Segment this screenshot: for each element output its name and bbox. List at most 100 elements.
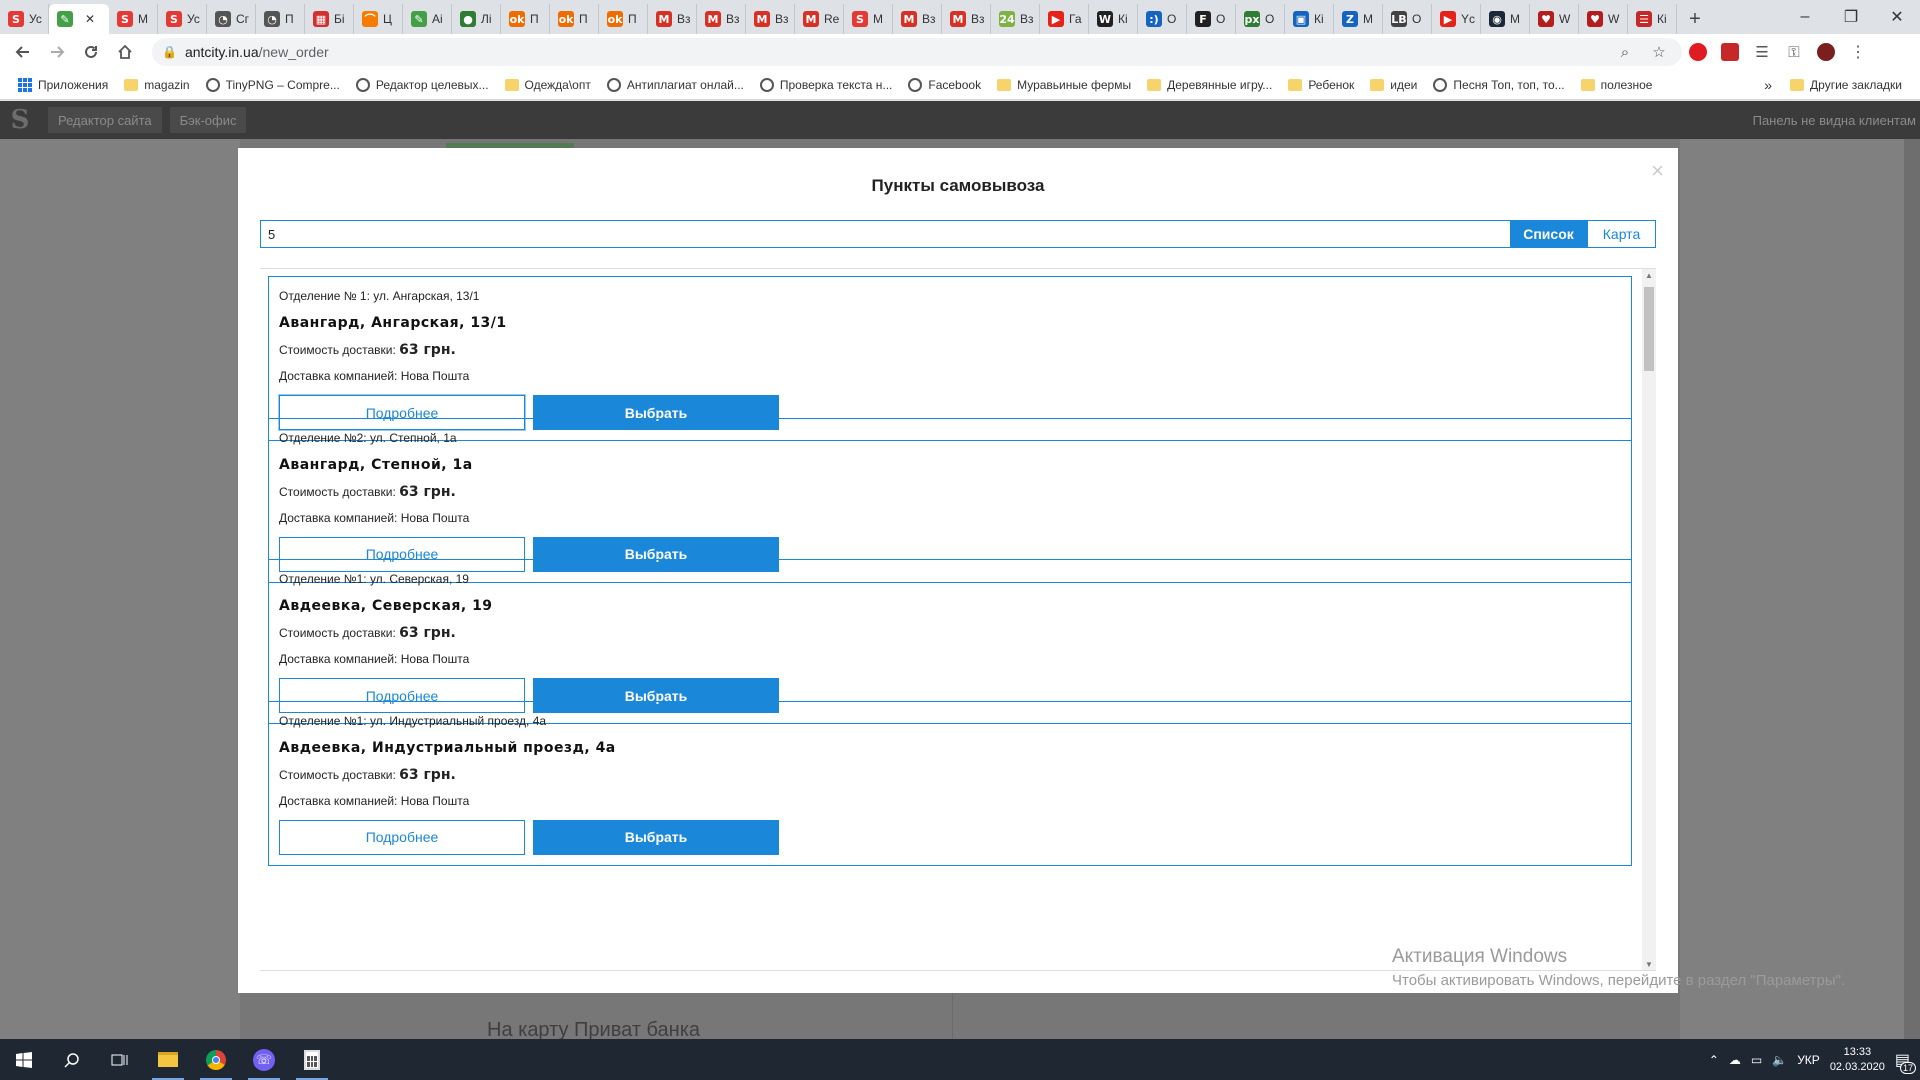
browser-tab[interactable]: ✎ Аі (403, 4, 452, 34)
home-button[interactable] (108, 37, 142, 67)
site-editor-link[interactable]: Редактор сайта (48, 107, 162, 133)
bookmark-item[interactable]: Ребенок (1280, 73, 1362, 97)
browser-tab[interactable]: LB О (1383, 4, 1432, 34)
star-icon[interactable]: ☆ (1646, 43, 1672, 61)
close-window-button[interactable]: ✕ (1874, 0, 1920, 34)
browser-tab[interactable]: ZМ (1334, 4, 1383, 34)
notification-icon[interactable]: ▤ 17 (1895, 1050, 1916, 1074)
reading-list-icon[interactable]: ☰ (1746, 43, 1778, 61)
delivery-cost: Стоимость доставки: 63 грн. (279, 767, 456, 783)
bookmark-item[interactable]: Песня Топ, топ, то... (1425, 73, 1572, 97)
address-bar[interactable]: 🔒 antcity.in.ua/new_order ⌕ ☆ (152, 38, 1682, 66)
browser-tab[interactable]: ♥ W (1530, 4, 1579, 34)
browser-tab[interactable]: 24 Вз (991, 4, 1040, 34)
browser-tab[interactable]: :) О (1138, 4, 1187, 34)
browser-tab[interactable]: M Вз (942, 4, 991, 34)
list-scrollbar-thumb[interactable] (1644, 287, 1654, 371)
admin-logo[interactable]: S (0, 101, 40, 139)
bookmark-item[interactable]: Редактор целевых... (348, 73, 497, 97)
other-bookmarks[interactable]: Другие закладки (1782, 73, 1910, 97)
file-explorer-icon[interactable] (144, 1039, 192, 1080)
scroll-down-icon[interactable]: ▼ (1642, 958, 1656, 970)
browser-tab[interactable]: W Кі (1089, 4, 1138, 34)
tab-close-icon[interactable]: ✕ (85, 12, 95, 26)
browser-tab[interactable]: ◉ М (1481, 4, 1530, 34)
select-button[interactable]: Выбрать (533, 819, 779, 855)
page-scrollbar[interactable] (1904, 139, 1920, 1039)
browser-tab[interactable]: px О (1236, 4, 1285, 34)
bookmarks-more-button[interactable]: » (1754, 77, 1782, 93)
bookmark-item[interactable]: полезное (1573, 73, 1661, 97)
pickup-points-list[interactable]: Отделение № 1: ул. Ангарская, 13/1 Аванга… (260, 268, 1656, 971)
bookmark-item[interactable]: Проверка текста н... (752, 73, 901, 97)
chrome-icon[interactable] (192, 1039, 240, 1080)
menu-kebab-icon[interactable]: ⋮ (1842, 42, 1874, 62)
details-button[interactable]: Подробнее (279, 819, 525, 855)
clock[interactable]: 13:33 02.03.2020 (1830, 1045, 1885, 1075)
search-icon[interactable] (48, 1039, 96, 1080)
browser-tab[interactable]: M Вз (697, 4, 746, 34)
language-indicator[interactable]: УКР (1797, 1053, 1820, 1067)
reload-button[interactable] (74, 37, 108, 67)
browser-tab[interactable]: ◔ П (256, 4, 305, 34)
browser-tab[interactable]: FО (1187, 4, 1236, 34)
browser-tab[interactable]: ▣ Кі (1285, 4, 1334, 34)
new-tab-button[interactable]: + (1677, 4, 1713, 34)
network-icon[interactable]: ▭ (1751, 1053, 1762, 1067)
list-view-button[interactable]: Список (1510, 220, 1587, 248)
browser-tab[interactable]: ◔ Сг (207, 4, 256, 34)
browser-tab[interactable]: M Вз (648, 4, 697, 34)
browser-tab[interactable]: ▦ Бі (305, 4, 354, 34)
bookmark-item[interactable]: Одежда\опт (497, 73, 599, 97)
calculator-icon[interactable] (288, 1039, 336, 1080)
browser-tab[interactable]: ✎ ✕ (49, 4, 109, 34)
minimize-button[interactable]: – (1782, 0, 1828, 34)
key-icon[interactable]: ⚿ (1778, 44, 1810, 61)
browser-tab[interactable]: S Ус (0, 4, 49, 34)
bookmark-item[interactable]: magazin (116, 73, 197, 97)
bookmark-item[interactable]: Муравьиные фермы (989, 73, 1139, 97)
forward-button[interactable] (40, 37, 74, 67)
bookmark-item[interactable]: Антиплагиат онлай... (599, 73, 752, 97)
browser-tab[interactable]: ok П (599, 4, 648, 34)
browser-tab[interactable]: ☰ Кі (1628, 4, 1677, 34)
back-office-link[interactable]: Бэк-офис (169, 107, 247, 133)
browser-tab[interactable]: ok П (501, 4, 550, 34)
map-view-button[interactable]: Карта (1587, 220, 1656, 248)
bookmark-item[interactable]: Приложения (10, 73, 116, 97)
modal-close-button[interactable]: × (1651, 158, 1664, 184)
browser-tab[interactable]: ok П (550, 4, 599, 34)
browser-tab[interactable]: ▶ Га (1040, 4, 1089, 34)
browser-tab[interactable]: S Ус (158, 4, 207, 34)
browser-tab[interactable]: M Re (795, 4, 844, 34)
pickup-search-input[interactable] (260, 220, 1510, 248)
back-button[interactable] (6, 37, 40, 67)
zoom-icon[interactable]: ⌕ (1612, 44, 1638, 61)
bookmark-item[interactable]: TinyPNG – Compre... (198, 73, 348, 97)
task-view-icon[interactable] (96, 1039, 144, 1080)
list-scrollbar[interactable]: ▲ ▼ (1642, 269, 1656, 970)
bank-card-link[interactable]: На карту Приват банка (487, 1019, 700, 1039)
bookmark-item[interactable]: идеи (1362, 73, 1425, 97)
bookmark-item[interactable]: Деревянные игру... (1139, 73, 1280, 97)
chevron-up-icon[interactable]: ⌃ (1709, 1053, 1719, 1067)
browser-tab[interactable]: SМ (844, 4, 893, 34)
browser-tab[interactable]: M Вз (746, 4, 795, 34)
bookmark-item[interactable]: Facebook (900, 73, 989, 97)
profile-avatar[interactable] (1810, 43, 1842, 61)
scroll-up-icon[interactable]: ▲ (1642, 269, 1656, 283)
onedrive-icon[interactable]: ☁ (1729, 1053, 1741, 1067)
maximize-button[interactable]: ❐ (1828, 0, 1874, 34)
viber-icon[interactable]: ☏ (240, 1039, 288, 1080)
browser-tab[interactable]: M Вз (893, 4, 942, 34)
opera-extension-icon[interactable] (1682, 43, 1714, 61)
browser-tab[interactable]: ⌒ Ц (354, 4, 403, 34)
url-text[interactable]: antcity.in.ua/new_order (185, 44, 1604, 60)
browser-tab[interactable]: SМ (109, 4, 158, 34)
browser-tab[interactable]: ▶ Yc (1432, 4, 1481, 34)
start-button[interactable] (0, 1039, 48, 1080)
browser-tab[interactable]: ♥ W (1579, 4, 1628, 34)
adblock-extension-icon[interactable] (1714, 43, 1746, 61)
browser-tab[interactable]: ● Лі (452, 4, 501, 34)
volume-icon[interactable]: 🔈 (1772, 1053, 1787, 1067)
